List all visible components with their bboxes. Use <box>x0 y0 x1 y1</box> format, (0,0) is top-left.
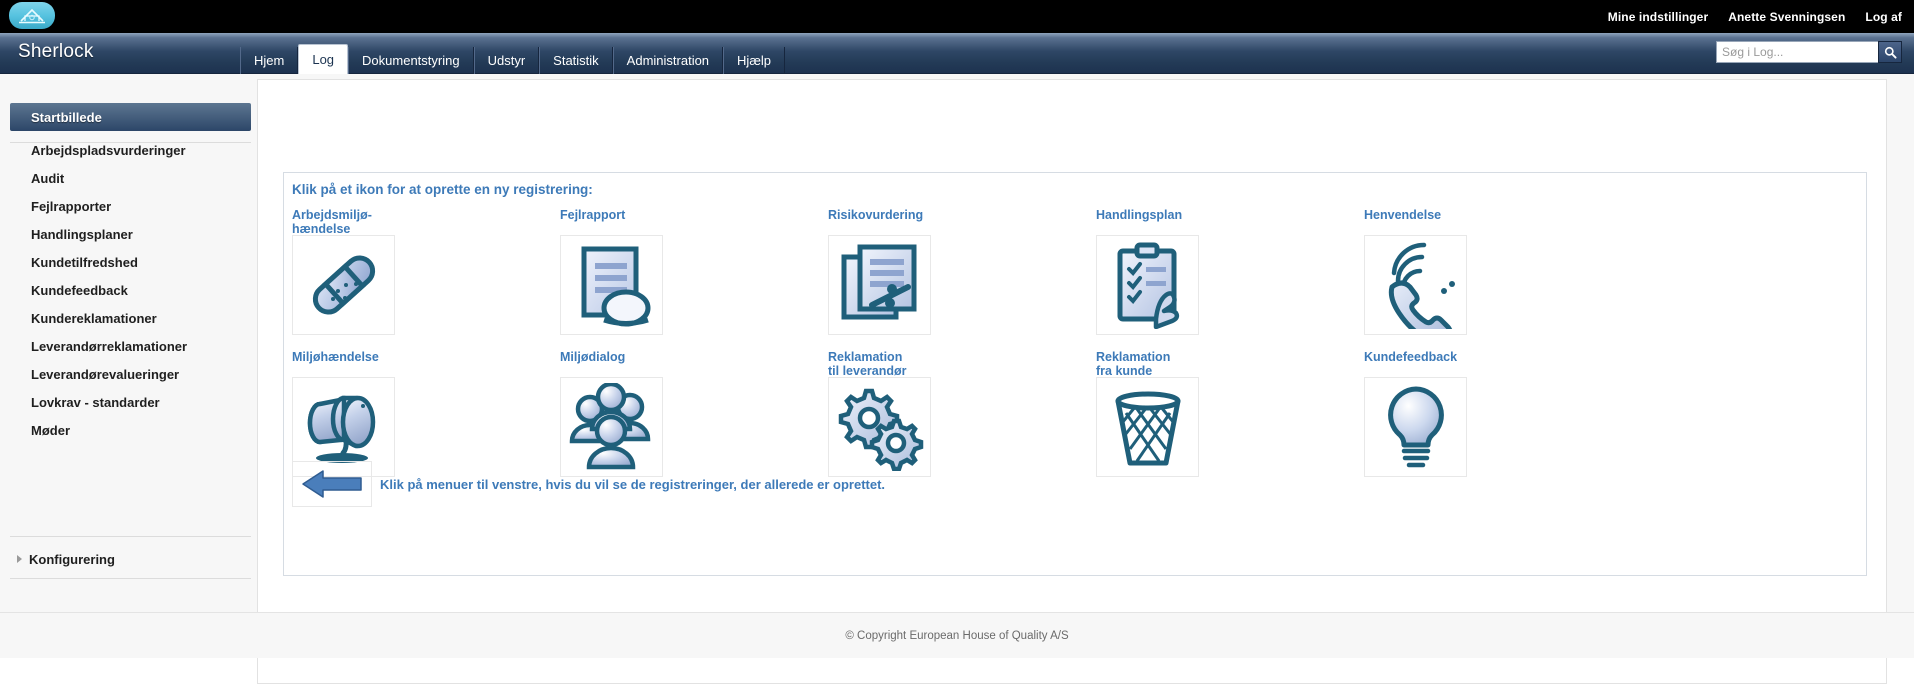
tile-miljoehaendelse: Miljøhændelse <box>292 349 560 477</box>
tile-label[interactable]: Miljøhændelse <box>292 349 560 377</box>
tile-reklamation-fra-kunde: Reklamation fra kunde <box>1096 349 1364 477</box>
logout-link[interactable]: Log af <box>1865 10 1902 24</box>
tile-label[interactable]: Handlingsplan <box>1096 207 1364 235</box>
sidebar-active-label: Startbillede <box>31 109 102 125</box>
sidebar-item-label: Lovkrav - standarder <box>31 394 160 410</box>
icon-row: Arbejdsmiljø- hændelse Fejlrapport Risik… <box>292 207 1852 335</box>
sidebar-item-fejlrapporter[interactable]: Fejlrapporter <box>0 192 257 220</box>
tile-reklamation-til-leverandoer: Reklamation til leverandør <box>828 349 1096 477</box>
sidebar-item-handlingsplaner[interactable]: Handlingsplaner <box>0 220 257 248</box>
sidebar-item-kundetilfredshed[interactable]: Kundetilfredshed <box>0 248 257 276</box>
main-tabs: Hjem Log Dokumentstyring Udstyr Statisti… <box>240 38 786 74</box>
tile-label[interactable]: Henvendelse <box>1364 207 1632 235</box>
sidebar-item-label: Handlingsplaner <box>31 226 133 242</box>
sidebar-item-konfigurering[interactable]: Konfigurering <box>0 542 257 576</box>
tile-label[interactable]: Reklamation fra kunde <box>1096 349 1364 378</box>
sidebar-item-kundereklamationer[interactable]: Kundereklamationer <box>0 304 257 332</box>
lightbulb-icon[interactable] <box>1364 377 1467 477</box>
clipboard-checklist-icon[interactable] <box>1096 235 1199 335</box>
sidebar-item-label: Kundereklamationer <box>31 310 157 326</box>
tile-kundefeedback: Kundefeedback <box>1364 349 1632 477</box>
tile-miljoedialog: Miljødialog <box>560 349 828 477</box>
tab-statistik[interactable]: Statistik <box>539 47 613 74</box>
sidebar-divider-mid <box>10 536 251 537</box>
sidebar-item-label: Kundetilfredshed <box>31 254 138 270</box>
sidebar-item-audit[interactable]: Audit <box>0 164 257 192</box>
main-content: Klik på et ikon for at oprette en ny reg… <box>257 74 1914 684</box>
hint-text: Klik på menuer til venstre, hvis du vil … <box>380 476 886 492</box>
tile-fejlrapport: Fejlrapport <box>560 207 828 335</box>
search-input[interactable] <box>1716 41 1878 63</box>
tile-label[interactable]: Miljødialog <box>560 349 828 377</box>
sidebar-item-lovkrav-standarder[interactable]: Lovkrav - standarder <box>0 388 257 416</box>
tile-label[interactable]: Reklamation til leverandør <box>828 349 1096 378</box>
search-button[interactable] <box>1878 41 1902 63</box>
tile-handlingsplan: Handlingsplan <box>1096 207 1364 335</box>
tile-label[interactable]: Arbejdsmiljø- hændelse <box>292 207 560 236</box>
sidebar-item-leverandoerevalueringer[interactable]: Leverandørevalueringer <box>0 360 257 388</box>
sidebar-item-label: Leverandørreklamationer <box>31 338 188 354</box>
user-name-link[interactable]: Anette Svenningsen <box>1728 10 1845 24</box>
my-settings-link[interactable]: Mine indstillinger <box>1608 10 1708 24</box>
navigation-bar: Sherlock Hjem Log Dokumentstyring Udstyr… <box>0 33 1914 74</box>
tab-log[interactable]: Log <box>298 44 349 74</box>
top-bar-links: Mine indstillinger Anette Svenningsen Lo… <box>1608 0 1902 33</box>
hint-row: Klik på menuer til venstre, hvis du vil … <box>292 461 885 507</box>
tab-hjem[interactable]: Hjem <box>240 47 299 74</box>
sidebar-item-label: Møder <box>31 422 70 438</box>
sidebar-item-leverandoerreklamationer[interactable]: Leverandørreklamationer <box>0 332 257 360</box>
footer: © Copyright European House of Quality A/… <box>0 612 1914 658</box>
sidebar-config-label: Konfigurering <box>29 551 115 567</box>
content-card: Klik på et ikon for at oprette en ny reg… <box>257 79 1887 684</box>
cloud-house-logo-icon[interactable] <box>9 2 55 29</box>
tab-udstyr[interactable]: Udstyr <box>473 47 540 74</box>
sidebar-item-label: Audit <box>31 170 65 186</box>
arrow-left-icon[interactable] <box>292 461 372 507</box>
app-brand-title: Sherlock <box>18 41 94 62</box>
tab-administration[interactable]: Administration <box>612 47 724 74</box>
icon-row: Miljøhændelse Miljødialog Reklamation ti… <box>292 349 1852 477</box>
sidebar-item-moeder[interactable]: Møder <box>0 416 257 444</box>
top-bar: Mine indstillinger Anette Svenningsen Lo… <box>0 0 1914 33</box>
sidebar-menu-list: Arbejdspladsvurderinger Audit Fejlrappor… <box>0 136 257 444</box>
search-area <box>1716 41 1902 63</box>
document-report-icon[interactable] <box>560 235 663 335</box>
sidebar-divider-bottom <box>10 578 251 579</box>
sidebar-item-kundefeedback[interactable]: Kundefeedback <box>0 276 257 304</box>
tile-arbejdsmiljoehaendelse: Arbejdsmiljø- hændelse <box>292 207 560 335</box>
icon-grid: Arbejdsmiljø- hændelse Fejlrapport Risik… <box>292 207 1852 477</box>
sidebar-item-label: Arbejdspladsvurderinger <box>31 142 186 158</box>
panel-title: Klik på et ikon for at oprette en ny reg… <box>292 182 593 197</box>
phone-ringing-icon[interactable] <box>1364 235 1467 335</box>
risk-documents-icon[interactable] <box>828 235 931 335</box>
sidebar: Startbillede Arbejdspladsvurderinger Aud… <box>0 74 257 658</box>
tile-risikovurdering: Risikovurdering <box>828 207 1096 335</box>
sidebar-item-label: Fejlrapporter <box>31 198 112 214</box>
sidebar-item-arbejdspladsvurderinger[interactable]: Arbejdspladsvurderinger <box>0 136 257 164</box>
page-body: Startbillede Arbejdspladsvurderinger Aud… <box>0 74 1914 684</box>
tab-dokumentstyring[interactable]: Dokumentstyring <box>348 47 474 74</box>
bandage-icon[interactable] <box>292 235 395 335</box>
sidebar-item-label: Leverandørevalueringer <box>31 366 180 382</box>
waste-basket-icon[interactable] <box>1096 377 1199 477</box>
sidebar-item-startbillede[interactable]: Startbillede <box>10 103 251 131</box>
tile-label[interactable]: Risikovurdering <box>828 207 1096 235</box>
sidebar-item-label: Kundefeedback <box>31 282 128 298</box>
search-icon <box>1884 46 1897 59</box>
tile-label[interactable]: Kundefeedback <box>1364 349 1632 377</box>
tab-hjaelp[interactable]: Hjælp <box>723 47 786 74</box>
create-registration-panel: Klik på et ikon for at oprette en ny reg… <box>283 172 1867 576</box>
chevron-right-icon <box>17 555 22 563</box>
tile-label[interactable]: Fejlrapport <box>560 207 828 235</box>
copyright-text: © Copyright European House of Quality A/… <box>845 629 1069 642</box>
tile-henvendelse: Henvendelse <box>1364 207 1632 335</box>
